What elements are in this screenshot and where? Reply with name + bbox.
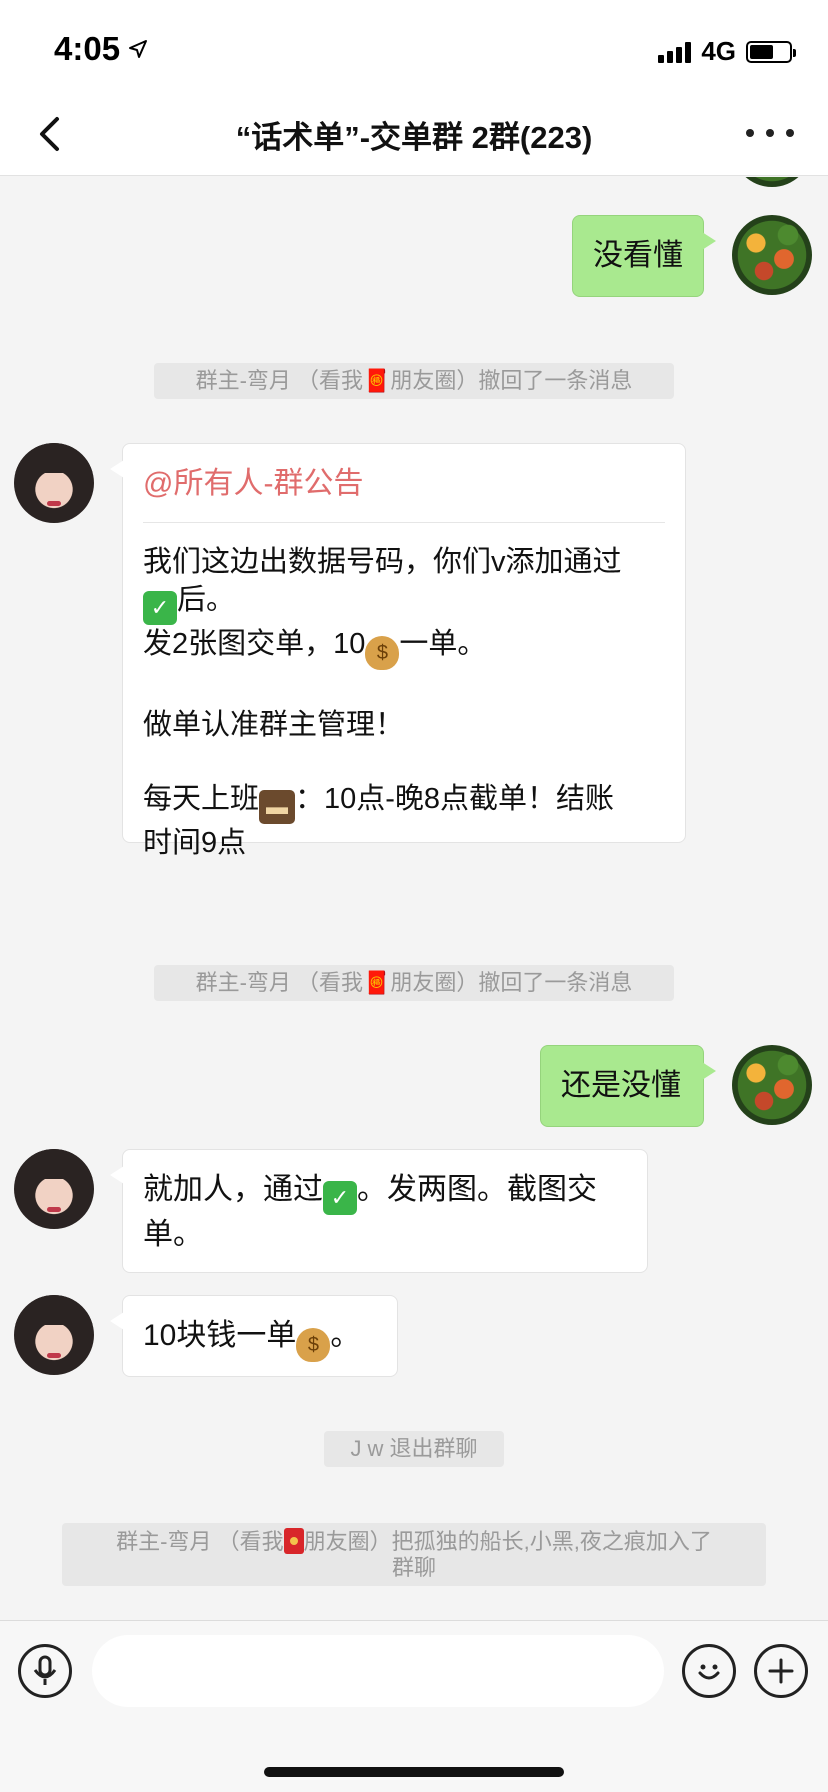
group-owner-avatar[interactable] bbox=[14, 443, 94, 523]
announcement-header: @所有人-群公告 bbox=[143, 464, 665, 523]
message-bubble[interactable]: 10块钱一单 $。 bbox=[110, 1295, 398, 1377]
message-bubble[interactable]: 就加人，通过 ✓ 。发两图。截图交 单。 bbox=[110, 1149, 648, 1273]
message-text: 还是没懂 bbox=[561, 1069, 681, 1102]
location-arrow-icon bbox=[129, 40, 148, 58]
my-message-bubble[interactable]: 还是没懂 bbox=[540, 1045, 716, 1127]
chevron-left-icon bbox=[40, 117, 59, 151]
check-emoji-icon: ✓ bbox=[143, 591, 177, 625]
my-avatar[interactable] bbox=[732, 215, 812, 295]
back-button[interactable] bbox=[30, 114, 70, 154]
microphone-icon bbox=[33, 1655, 57, 1685]
add-more-button[interactable] bbox=[754, 1644, 808, 1698]
voice-button[interactable] bbox=[18, 1644, 72, 1698]
more-options-button[interactable] bbox=[746, 118, 794, 148]
network-type: 4G bbox=[701, 36, 736, 66]
my-message-bubble[interactable]: 没看懂 bbox=[572, 215, 716, 297]
message-text: 就加人，通过 ✓ 。发两图。截图交 bbox=[143, 1170, 627, 1215]
money-bag-emoji-icon: $ bbox=[296, 1328, 331, 1362]
system-notice-recall: 群主-弯月 （看我🧧朋友圈）撤回了一条消息 bbox=[154, 965, 674, 1001]
home-indicator[interactable] bbox=[264, 1767, 564, 1777]
status-indicators: 4G bbox=[658, 36, 796, 67]
smiley-icon bbox=[698, 1664, 720, 1680]
battery-icon bbox=[746, 40, 796, 63]
system-notice-exit: J w 退出群聊 bbox=[324, 1431, 504, 1467]
more-dot-icon bbox=[786, 129, 794, 137]
money-bag-emoji-icon: $ bbox=[365, 636, 400, 670]
system-notice-join: 群主-弯月 （看我 朋友圈）把孤独的船长,小黑,夜之痕加入了 群聊 bbox=[62, 1523, 766, 1586]
my-avatar[interactable] bbox=[732, 177, 812, 187]
status-bar: 4:05 4G bbox=[0, 0, 828, 100]
announcement-bubble[interactable]: @所有人-群公告 我们这边出数据号码，你们v添加通过 ✓ 后。 发2张图交单，10… bbox=[110, 443, 686, 859]
group-owner-avatar[interactable] bbox=[14, 1295, 94, 1375]
more-dot-icon bbox=[746, 129, 754, 137]
input-bar bbox=[0, 1620, 828, 1792]
message-text: 没看懂 bbox=[593, 239, 683, 272]
status-time: 4:05 bbox=[54, 30, 148, 68]
my-avatar[interactable] bbox=[732, 1045, 812, 1125]
announcement-body: 我们这边出数据号码，你们v添加通过 ✓ 后。 发2张图交单，10 $ 一单。 做单认准… bbox=[143, 546, 622, 859]
check-emoji-icon: ✓ bbox=[323, 1181, 357, 1215]
chat-title: “话术单”-交单群 2群(223) bbox=[235, 120, 593, 155]
chat-area[interactable]: 没看懂 群主-弯月 （看我🧧朋友圈）撤回了一条消息 @所有人-群公告 我们这边出… bbox=[0, 177, 828, 1620]
top-bar: 4:05 4G “话术单”-交单群 2群(223) bbox=[0, 0, 828, 176]
message-input[interactable] bbox=[92, 1635, 664, 1707]
plus-icon bbox=[768, 1658, 794, 1684]
signal-icon bbox=[658, 41, 692, 63]
nav-bar: “话术单”-交单群 2群(223) bbox=[0, 100, 828, 176]
system-notice-recall: 群主-弯月 （看我🧧朋友圈）撤回了一条消息 bbox=[154, 363, 674, 399]
red-packet-emoji-icon bbox=[283, 1528, 304, 1554]
briefcase-emoji-icon: ▬ bbox=[259, 790, 296, 824]
more-dot-icon bbox=[766, 129, 774, 137]
clock-text: 4:05 bbox=[54, 30, 121, 67]
emoji-button[interactable] bbox=[682, 1644, 736, 1698]
message-text: 单。 bbox=[143, 1218, 203, 1251]
group-owner-avatar[interactable] bbox=[14, 1149, 94, 1229]
